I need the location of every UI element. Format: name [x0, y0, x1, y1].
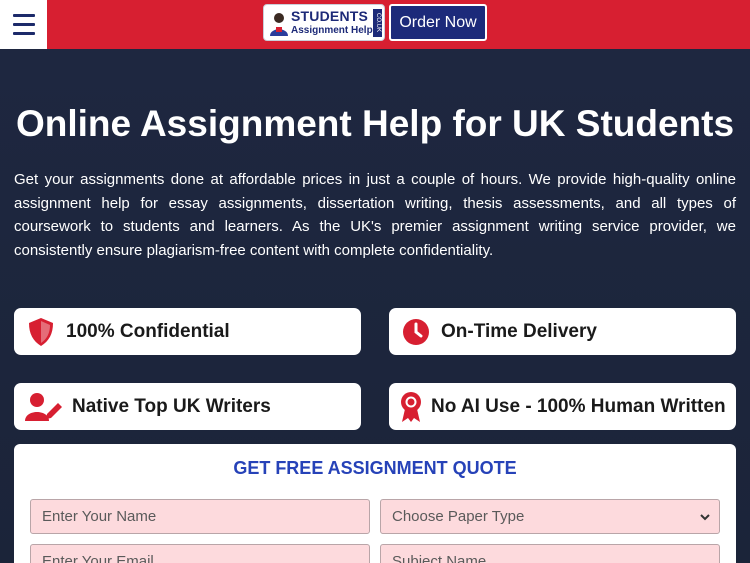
quote-form-title: GET FREE ASSIGNMENT QUOTE [233, 458, 517, 478]
feature-writers: Native Top UK Writers [14, 383, 361, 430]
name-field-placeholder: Enter Your Name [42, 508, 157, 525]
student-icon [270, 13, 288, 36]
logo-sub-text: Assignment Help [291, 25, 373, 36]
logo-badge: CO.UK [373, 9, 382, 37]
page-title: Online Assignment Help for UK Students [15, 103, 735, 144]
hero-description: Get your assignments done at affordable … [14, 171, 736, 259]
paper-type-select[interactable]: Choose Paper Type [380, 499, 720, 534]
site-logo[interactable]: STUDENTS Assignment Help CO.UK [263, 4, 385, 41]
feature-label: On-Time Delivery [441, 320, 597, 342]
feature-label: 100% Confidential [66, 320, 230, 342]
feature-delivery: On-Time Delivery [389, 308, 736, 355]
feature-human-written: No AI Use - 100% Human Written [389, 383, 736, 430]
quote-form-card: GET FREE ASSIGNMENT QUOTE Enter Your Nam… [14, 444, 736, 563]
logo-main-text: STUDENTS [291, 8, 369, 24]
chevron-down-icon [700, 514, 710, 521]
shield-icon [24, 315, 58, 349]
feature-label: Native Top UK Writers [72, 395, 271, 417]
award-ribbon-icon [399, 390, 423, 424]
feature-confidential: 100% Confidential [14, 308, 361, 355]
paper-type-selected: Choose Paper Type [392, 508, 525, 525]
subject-field-placeholder: Subject Name [392, 553, 487, 563]
writer-icon [24, 390, 64, 424]
top-bar: STUDENTS Assignment Help CO.UK Order Now [0, 0, 750, 49]
email-field-placeholder: Enter Your Email [42, 553, 154, 563]
order-now-button[interactable]: Order Now [389, 4, 487, 41]
subject-field[interactable]: Subject Name [380, 544, 720, 563]
clock-icon [399, 315, 433, 349]
feature-label: No AI Use - 100% Human Written [431, 395, 726, 417]
email-field[interactable]: Enter Your Email [30, 544, 370, 563]
hamburger-icon[interactable] [0, 0, 47, 49]
name-field[interactable]: Enter Your Name [30, 499, 370, 534]
